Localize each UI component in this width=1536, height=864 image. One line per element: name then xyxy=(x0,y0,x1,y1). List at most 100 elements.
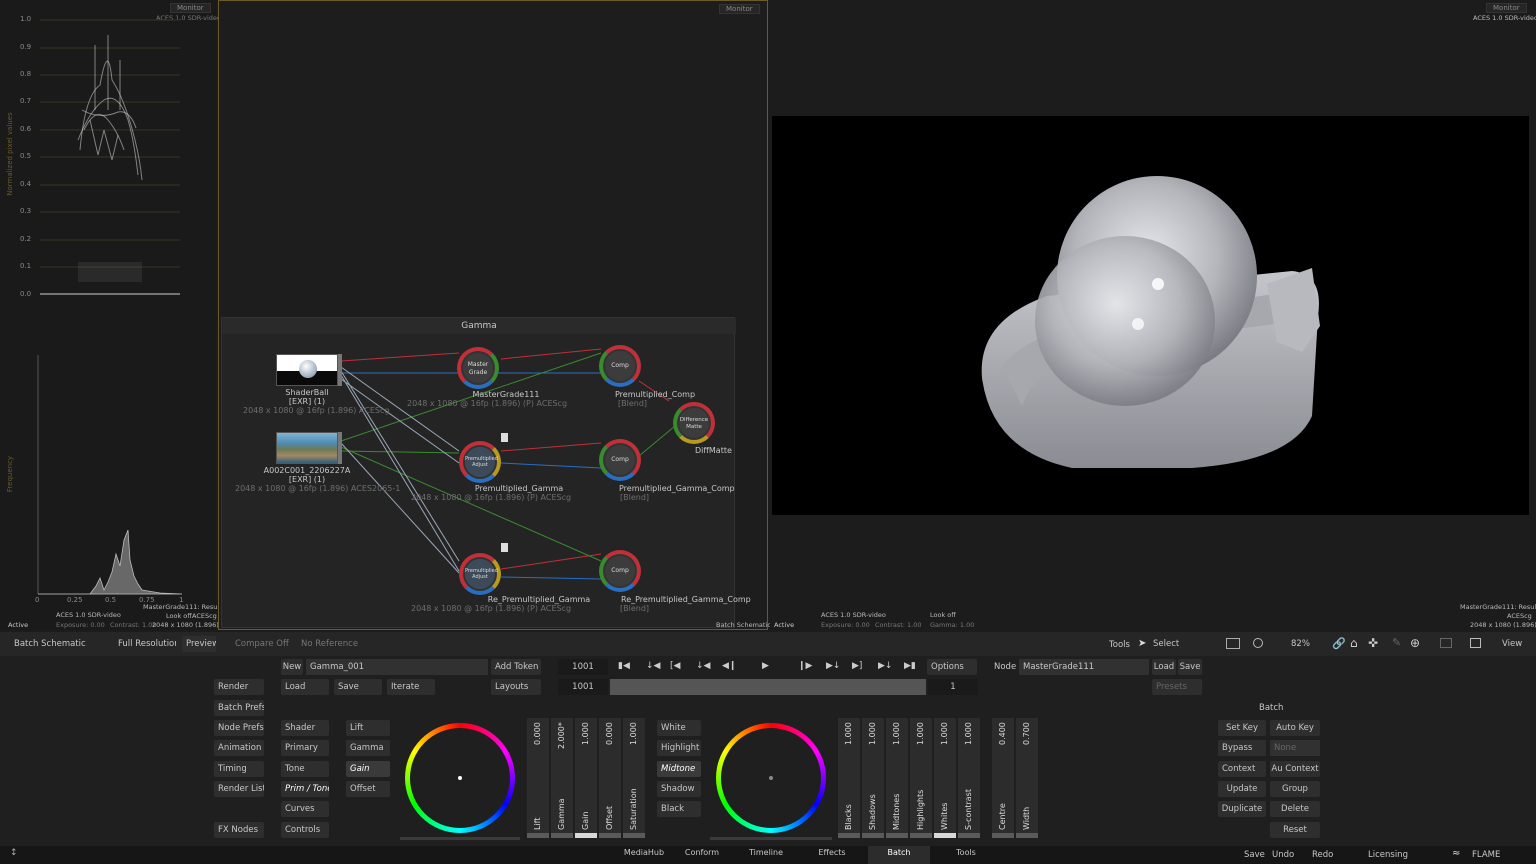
batch-name-field[interactable]: Gamma_001 xyxy=(306,659,488,675)
comp1-node[interactable]: Comp xyxy=(599,345,641,387)
node-name-field[interactable]: MasterGrade111 xyxy=(1019,659,1149,675)
zoom-level-select[interactable]: 82% xyxy=(1287,636,1327,652)
new-button[interactable]: New xyxy=(281,659,303,675)
undo-button[interactable]: Undo xyxy=(1272,850,1294,860)
reset-button[interactable]: Reset xyxy=(1270,822,1320,838)
slider-s-contrast[interactable]: 1.000 S-contrast xyxy=(958,718,980,838)
slider-lift[interactable]: 0.000 Lift xyxy=(527,718,549,838)
node-prefs-button[interactable]: Node Prefs xyxy=(214,720,264,736)
re-premultiplied-gamma-node[interactable]: Premultiplied Adjust xyxy=(459,553,501,595)
link-icon[interactable]: 🔗 xyxy=(1332,637,1346,650)
load-button[interactable]: Load xyxy=(281,679,329,695)
split-view-icon[interactable] xyxy=(1226,638,1240,649)
tone-color-wheel[interactable] xyxy=(716,723,826,833)
redo-button[interactable]: Redo xyxy=(1312,850,1333,860)
goto-start-icon[interactable]: ▮◀ xyxy=(618,661,630,671)
play-icon[interactable]: ▶ xyxy=(762,661,769,671)
auto-key-button[interactable]: Auto Key xyxy=(1270,720,1320,736)
home-icon[interactable]: ⌂ xyxy=(1350,636,1358,650)
mastergrade-node[interactable]: Master Grade xyxy=(457,347,499,389)
tab-mediahub[interactable]: MediaHub xyxy=(618,846,670,864)
comp2-node[interactable]: Comp xyxy=(599,439,641,481)
step-forward-icon[interactable]: ❙▶ xyxy=(798,661,812,671)
diffmatte-node[interactable]: Difference Matte xyxy=(673,402,715,444)
goto-end-icon[interactable]: ▶▮ xyxy=(904,661,916,671)
tone-tab[interactable]: Tone xyxy=(281,761,329,777)
select-tool[interactable]: Select xyxy=(1149,636,1215,652)
add-layer-icon[interactable] xyxy=(1470,638,1481,648)
lift-button[interactable]: Lift xyxy=(346,720,390,736)
slider-whites[interactable]: 1.000 Whites xyxy=(934,718,956,838)
next-key2-icon[interactable]: ▶↓ xyxy=(878,661,892,671)
bypass-button[interactable]: Bypass xyxy=(1218,740,1266,756)
prev-key-icon[interactable]: ↓◀ xyxy=(646,661,660,671)
end-frame-field[interactable]: 1 xyxy=(928,679,978,695)
zoom-icon[interactable] xyxy=(1253,638,1263,648)
viewer-panel[interactable]: Monitor ACES 1.0 SDR-video ACES 1.0 SDR-… xyxy=(770,0,1536,630)
context-button[interactable]: Context xyxy=(1218,761,1266,777)
slider-width[interactable]: 0.700 Width xyxy=(1016,718,1038,838)
slider-offset[interactable]: 0.000 Offset xyxy=(599,718,621,838)
shadow-button[interactable]: Shadow xyxy=(657,781,701,797)
wheel-puck[interactable] xyxy=(769,776,773,780)
timing-button[interactable]: Timing xyxy=(214,761,264,777)
delete-button[interactable]: Delete xyxy=(1270,801,1320,817)
midtone-button[interactable]: Midtone xyxy=(657,761,701,777)
view-menu[interactable]: View xyxy=(1498,636,1528,652)
prim-tone-tab[interactable]: Prim / Tone xyxy=(281,781,329,797)
frame-field[interactable]: 1001 xyxy=(558,659,608,675)
timeline-bar[interactable] xyxy=(610,679,926,695)
premultiplied-gamma-node[interactable]: Premultiplied Adjust xyxy=(459,441,501,483)
batch-prefs-button[interactable]: Batch Prefs xyxy=(214,700,264,716)
render-button[interactable]: Render xyxy=(214,679,264,695)
compare-off-button[interactable]: Compare Off xyxy=(231,636,293,652)
pen-icon[interactable]: ✎ xyxy=(1392,636,1401,649)
step-back-key-icon[interactable]: ↓◀ xyxy=(696,661,710,671)
tab-timeline[interactable]: Timeline xyxy=(740,846,792,864)
viewer-monitor-button[interactable]: Monitor xyxy=(1486,3,1527,13)
move-icon[interactable]: ✜ xyxy=(1368,636,1378,650)
group-button[interactable]: Group xyxy=(1270,781,1320,797)
next-key-icon[interactable]: ▶↓ xyxy=(826,661,840,671)
gamma-button[interactable]: Gamma xyxy=(346,740,390,756)
preview-button[interactable]: Preview xyxy=(182,636,216,652)
duplicate-button[interactable]: Duplicate xyxy=(1218,801,1266,817)
expand-icon[interactable]: ↕ xyxy=(10,848,18,858)
save-button[interactable]: Save xyxy=(334,679,382,695)
tab-conform[interactable]: Conform xyxy=(676,846,728,864)
start-frame-field[interactable]: 1001 xyxy=(558,679,608,695)
step-back-icon[interactable]: ◀❙ xyxy=(722,661,736,671)
shaderball-output-tab[interactable] xyxy=(338,354,342,386)
crosshair-icon[interactable]: ⊕ xyxy=(1410,636,1420,650)
tab-tools[interactable]: Tools xyxy=(940,846,992,864)
node-save-button[interactable]: Save xyxy=(1178,659,1202,675)
animation-button[interactable]: Animation xyxy=(214,740,264,756)
viewer-image[interactable] xyxy=(772,116,1529,515)
schematic-panel[interactable]: Monitor Gamma ShaderBall [EXR] (1) 2048 … xyxy=(218,0,771,630)
tab-effects[interactable]: Effects xyxy=(806,846,858,864)
slider-midtones[interactable]: 1.000 Midtones xyxy=(886,718,908,838)
comp3-node[interactable]: Comp xyxy=(599,550,641,592)
note-icon[interactable] xyxy=(501,543,508,552)
clip-output-tab[interactable] xyxy=(338,432,342,464)
wheel2-slider[interactable] xyxy=(710,837,832,840)
wheel1-slider[interactable] xyxy=(400,837,520,840)
prev-mark-icon[interactable]: [◀ xyxy=(670,661,680,671)
global-save-button[interactable]: Save xyxy=(1244,850,1265,860)
options-button[interactable]: Options xyxy=(927,659,977,675)
wheel-puck[interactable] xyxy=(458,776,462,780)
slider-blacks[interactable]: 1.000 Blacks xyxy=(838,718,860,838)
slider-gamma[interactable]: 2.000* Gamma xyxy=(551,718,573,838)
black-button[interactable]: Black xyxy=(657,801,701,817)
clip-thumbnail[interactable] xyxy=(276,432,338,464)
add-token-button[interactable]: Add Token xyxy=(491,659,541,675)
node-load-button[interactable]: Load xyxy=(1152,659,1176,675)
offset-button[interactable]: Offset xyxy=(346,781,390,797)
shader-tab[interactable]: Shader xyxy=(281,720,329,736)
full-resolution-button[interactable]: Full Resolution xyxy=(114,636,176,652)
highlight-button[interactable]: Highlight xyxy=(657,740,701,756)
white-button[interactable]: White xyxy=(657,720,701,736)
slider-gain[interactable]: 1.000 Gain xyxy=(575,718,597,838)
next-mark-icon[interactable]: ▶] xyxy=(852,661,862,671)
fx-nodes-button[interactable]: FX Nodes xyxy=(214,822,264,838)
